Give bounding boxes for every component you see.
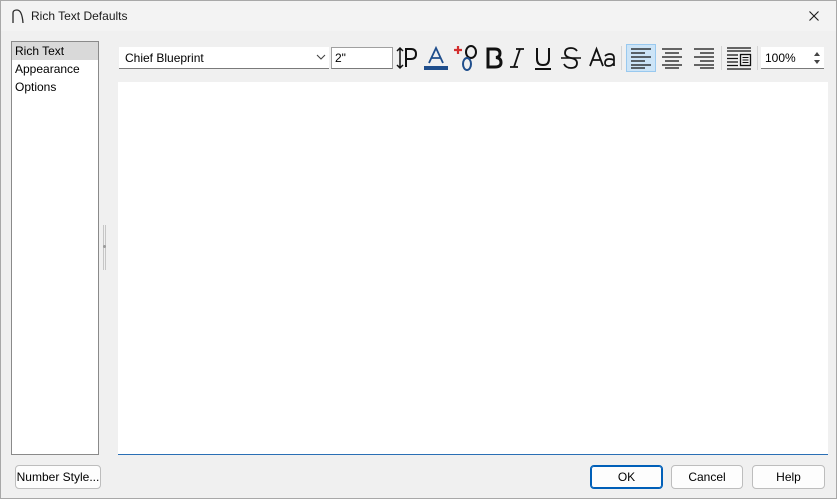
font-name-dropdown[interactable]: Chief Blueprint [119,47,329,69]
close-icon [809,11,819,21]
rich-text-editor[interactable] [118,82,828,455]
help-button[interactable]: Help [752,465,825,489]
font-size-input[interactable] [331,47,393,69]
toolbar-separator [621,46,622,70]
line-spacing-button[interactable] [395,44,419,72]
paragraph-settings-icon [727,47,752,70]
strikethrough-icon [561,47,581,69]
superscript-icon [454,45,477,71]
zoom-value: 100% [765,51,796,65]
toolbar-separator [721,46,722,70]
title-bar: Rich Text Defaults [1,1,836,31]
cancel-button[interactable]: Cancel [671,465,743,489]
spin-up-icon[interactable] [812,50,822,58]
spin-down-icon[interactable] [812,58,822,66]
window-title: Rich Text Defaults [31,9,128,23]
bold-icon [486,47,503,69]
underline-icon [535,48,551,70]
text-color-button[interactable] [422,44,450,72]
splitter-grip [103,245,106,248]
toolbar-separator [757,46,758,70]
nav-item-options[interactable]: Options [12,78,98,96]
align-center-button[interactable] [658,44,686,72]
change-case-button[interactable] [588,44,618,72]
align-left-button[interactable] [626,44,656,72]
zoom-spinner[interactable]: 100% [761,47,824,69]
align-left-icon [631,48,651,69]
app-icon [12,9,24,24]
superscript-button[interactable] [452,44,480,72]
ok-button[interactable]: OK [590,465,663,489]
line-spacing-icon [396,46,418,70]
font-name-value: Chief Blueprint [125,51,204,65]
italic-button[interactable] [506,44,528,72]
underline-button[interactable] [531,44,555,72]
nav-item-appearance[interactable]: Appearance [12,60,98,78]
italic-icon [510,48,524,68]
panel-splitter[interactable] [103,225,106,270]
close-button[interactable] [792,1,836,31]
number-style-button[interactable]: Number Style... [15,465,101,489]
dialog-window: Rich Text Defaults Rich Text Appearance … [0,0,837,499]
text-color-icon [424,45,448,70]
change-case-icon [589,46,615,67]
chevron-down-icon [316,54,326,60]
paragraph-settings-button[interactable] [725,44,753,72]
align-right-button[interactable] [690,44,718,72]
bold-button[interactable] [481,44,505,72]
category-list: Rich Text Appearance Options [11,41,99,455]
nav-item-rich-text[interactable]: Rich Text [12,42,98,60]
align-center-icon [662,48,682,69]
align-right-icon [694,48,714,69]
strikethrough-button[interactable] [558,44,584,72]
